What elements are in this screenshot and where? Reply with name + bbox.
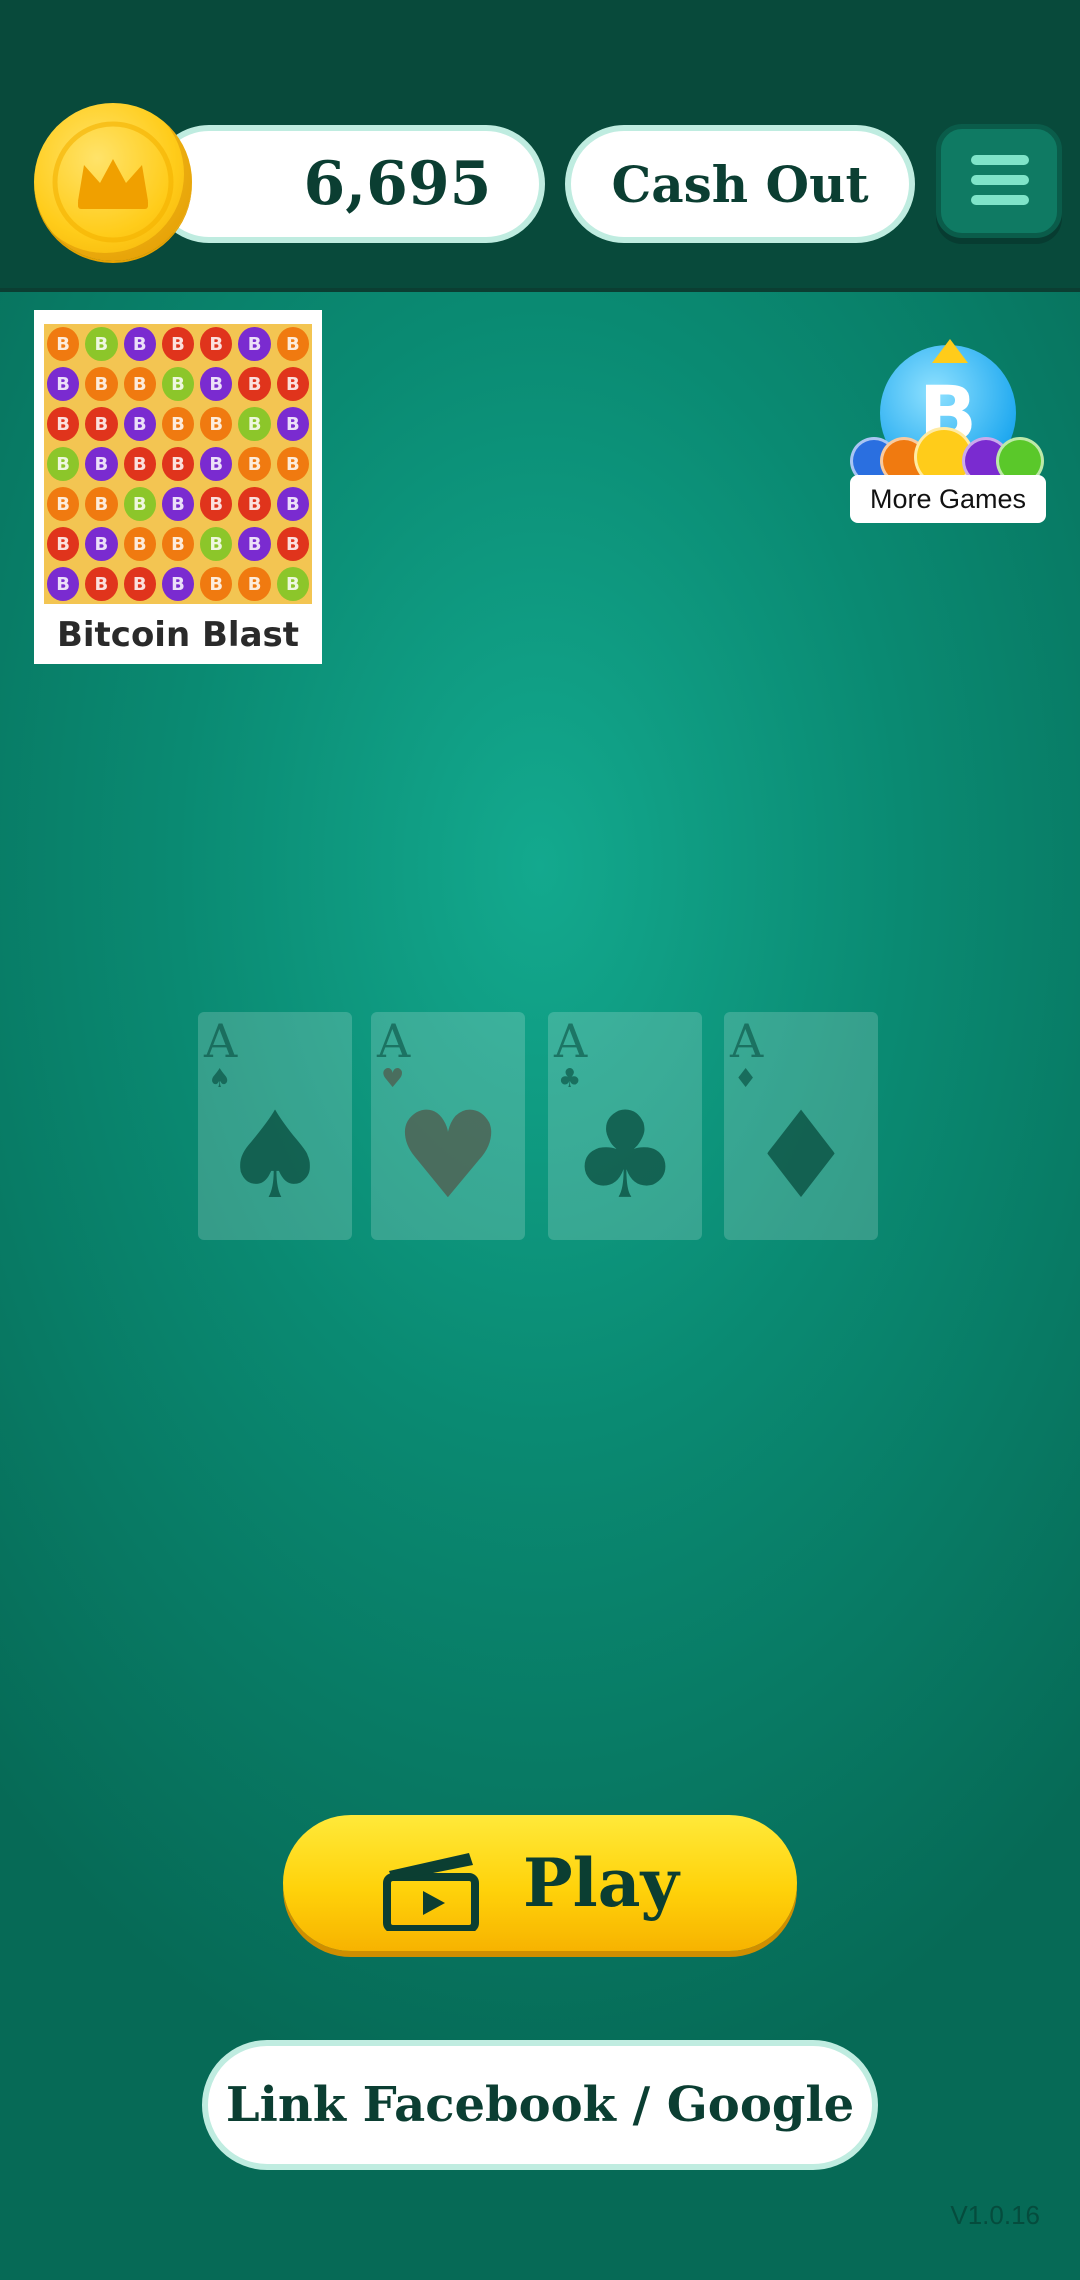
card-rank: A (204, 1014, 238, 1068)
bitcoin-gem-icon (123, 447, 156, 481)
bitcoin-gem-icon (276, 327, 309, 361)
bitcoin-gem-icon (276, 407, 309, 441)
bitcoin-gem-icon (276, 487, 309, 521)
bitcoin-gem-icon (47, 447, 80, 481)
bitcoin-gem-icon (200, 527, 233, 561)
bitcoin-gem-icon (85, 367, 118, 401)
bitcoin-gem-icon (276, 527, 309, 561)
crown-icon (932, 339, 968, 363)
heart-icon: ♥ (394, 1087, 502, 1226)
more-games-button[interactable]: B More Games (850, 339, 1046, 525)
bitcoin-gem-icon (47, 527, 80, 561)
bitcoin-gem-icon (200, 567, 233, 601)
bitcoin-gem-icon (123, 527, 156, 561)
bitcoin-gem-icon (85, 567, 118, 601)
play-label: Play (523, 1844, 679, 1922)
bitcoin-gem-icon (47, 407, 80, 441)
crown-coin-icon (34, 103, 192, 261)
bitcoin-gem-icon (276, 567, 309, 601)
foundation-hearts[interactable]: A ♥ ♥ (371, 1012, 525, 1240)
bitcoin-gem-icon (238, 527, 271, 561)
bitcoin-gem-icon (161, 487, 194, 521)
bitcoin-gem-icon (85, 407, 118, 441)
diamond-icon: ♦ (747, 1087, 855, 1226)
bitcoin-gem-icon (200, 367, 233, 401)
bitcoin-gem-icon (47, 367, 80, 401)
bitcoin-gem-icon (85, 527, 118, 561)
bitcoin-gem-icon (238, 567, 271, 601)
card-rank: A (730, 1014, 764, 1068)
bitcoin-gem-icon (85, 447, 118, 481)
spade-icon: ♠ (221, 1087, 329, 1226)
foundation-spades[interactable]: A ♠ ♠ (198, 1012, 352, 1240)
coin-balance: 6,695 (150, 125, 545, 243)
game-thumbnail (44, 324, 312, 604)
bitcoin-gem-icon (200, 487, 233, 521)
bitcoin-gem-icon (200, 407, 233, 441)
bitcoin-gem-icon (161, 327, 194, 361)
balance-value: 6,695 (303, 149, 492, 219)
bitcoin-gem-icon (161, 567, 194, 601)
bitcoin-gem-icon (238, 367, 271, 401)
bitcoin-gem-icon (123, 367, 156, 401)
foundation-clubs[interactable]: A ♣ ♣ (548, 1012, 702, 1240)
card-rank: A (554, 1014, 588, 1068)
bitcoin-gem-icon (47, 567, 80, 601)
bitcoin-gem-icon (123, 407, 156, 441)
bitcoin-gem-icon (238, 487, 271, 521)
bitcoin-gem-icon (47, 327, 80, 361)
game-title: Bitcoin Blast (56, 615, 300, 655)
bitcoin-gem-icon (161, 527, 194, 561)
bitcoin-gem-icon (47, 487, 80, 521)
link-facebook-google-button[interactable]: Link Facebook / Google (202, 2040, 878, 2170)
bitcoin-gem-icon (238, 407, 271, 441)
club-icon: ♣ (571, 1087, 679, 1226)
version-label: V1.0.16 (950, 2200, 1040, 2230)
bitcoin-gem-icon (161, 447, 194, 481)
bitcoin-gem-icon (85, 487, 118, 521)
more-games-label: More Games (850, 475, 1046, 523)
top-bar: 6,695 Cash Out (0, 0, 1080, 292)
card-rank: A (377, 1014, 411, 1068)
bitcoin-gem-icon (123, 327, 156, 361)
bitcoin-gem-icon (161, 407, 194, 441)
clapperboard-play-icon (383, 1853, 479, 1931)
bitcoin-gem-icon (276, 447, 309, 481)
bitcoin-gem-icon (85, 327, 118, 361)
cash-out-button[interactable]: Cash Out (565, 125, 915, 243)
bitcoin-gem-icon (123, 487, 156, 521)
bitcoin-gem-icon (200, 447, 233, 481)
bitcoin-gem-icon (123, 567, 156, 601)
bitcoin-gem-icon (238, 447, 271, 481)
bitcoin-gem-icon (200, 327, 233, 361)
bitcoin-gem-icon (161, 367, 194, 401)
foundation-diamonds[interactable]: A ♦ ♦ (724, 1012, 878, 1240)
bitcoin-blast-game-tile[interactable]: Bitcoin Blast (34, 310, 322, 664)
bitcoin-gem-icon (276, 367, 309, 401)
play-button[interactable]: Play (283, 1815, 797, 1951)
menu-button[interactable] (936, 124, 1062, 238)
bitcoin-gem-icon (238, 327, 271, 361)
